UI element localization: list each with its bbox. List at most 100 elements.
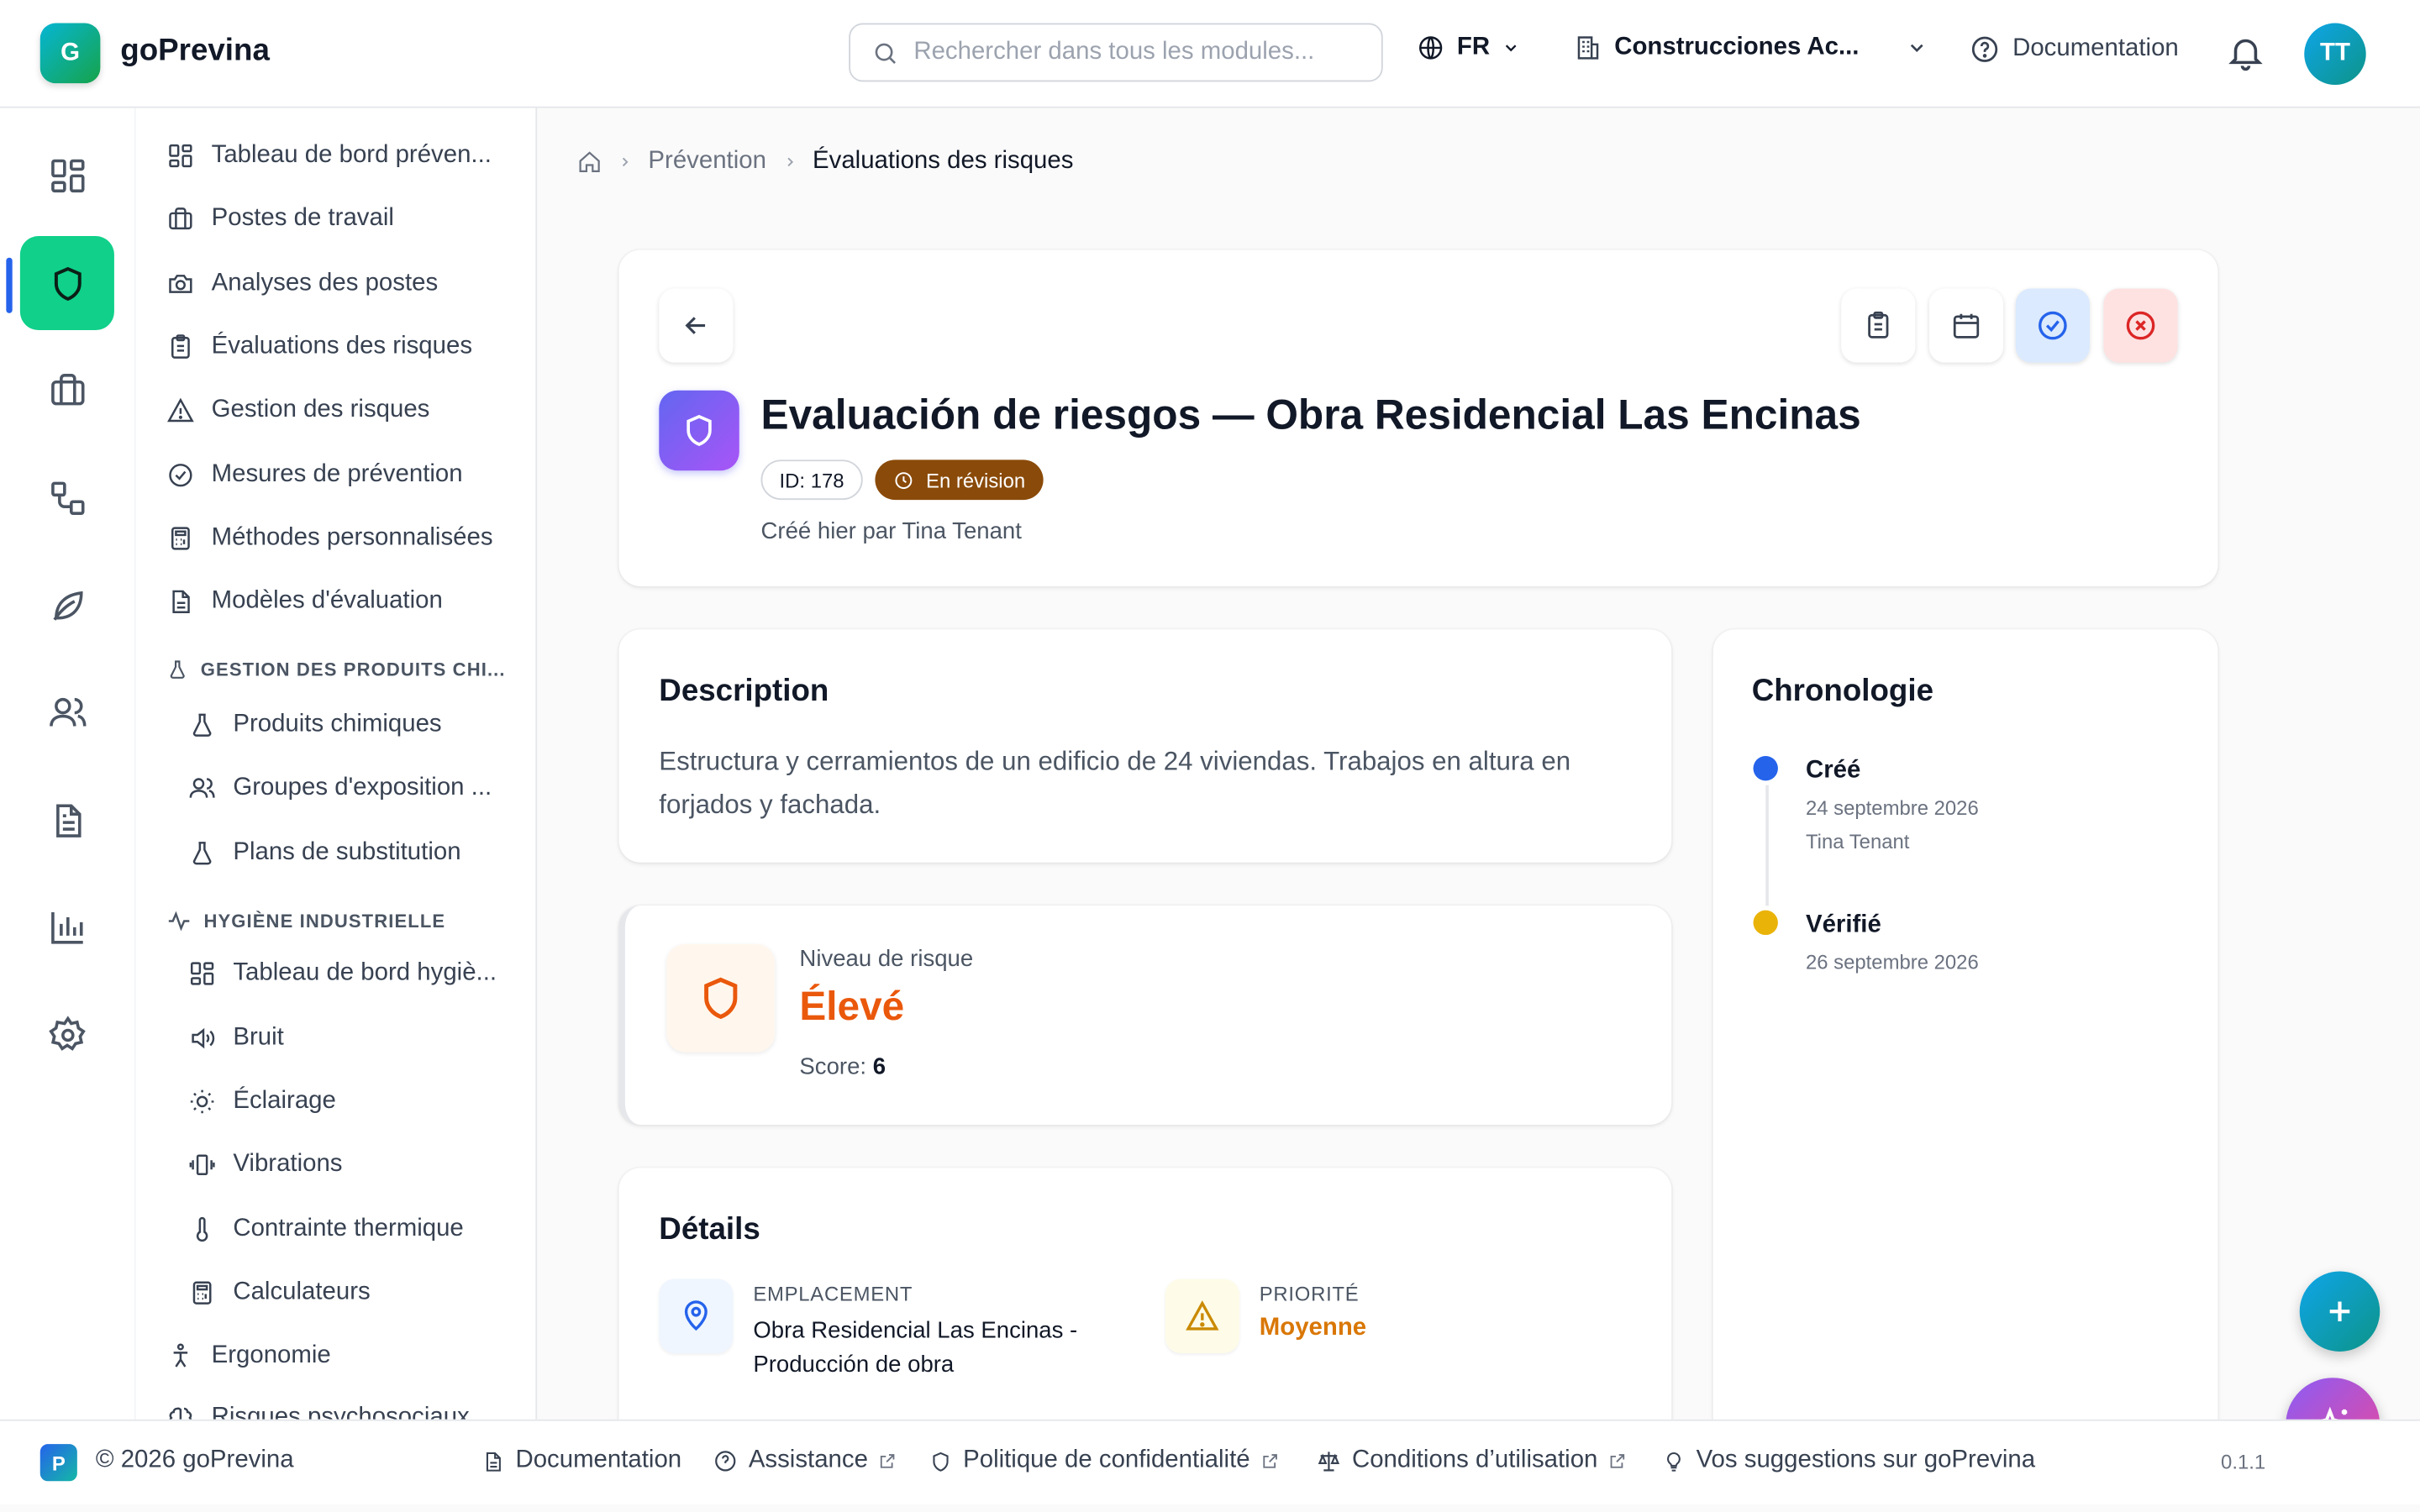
footer-copyright: © 2026 goPrevina <box>95 1446 294 1474</box>
documentation-link[interactable]: Documentation <box>1970 34 2179 65</box>
sidebar-item-substitution-plans[interactable]: Plans de substitution <box>188 839 461 867</box>
evaluation-title: Evaluación de riesgos — Obra Residencial… <box>760 391 1861 438</box>
breadcrumb-current: Évaluations des risques <box>813 148 1074 175</box>
rail-workplaces[interactable] <box>20 343 114 437</box>
location-value: Obra Residencial Las Encinas - Producció… <box>753 1317 1078 1378</box>
sidebar-item-thermal-stress[interactable]: Contrainte thermique <box>188 1215 464 1243</box>
sidebar-item-noise[interactable]: Bruit <box>188 1025 284 1053</box>
shield-icon <box>933 1451 949 1471</box>
notifications-button[interactable] <box>2226 31 2266 82</box>
external-link-icon <box>1263 1454 1277 1468</box>
timeline-card: Chronologie Créé 24 septembre 2026 Tina … <box>1712 629 2218 1446</box>
priority-label: PRIORITÉ <box>1259 1282 1360 1305</box>
rail-reports[interactable] <box>20 879 114 974</box>
chevron-down-icon <box>1506 45 1518 52</box>
breadcrumb-parent[interactable]: Prévention <box>648 148 766 176</box>
chevron-right-icon <box>786 157 793 167</box>
rail-workflows[interactable] <box>20 450 114 544</box>
sidebar-item-vibrations[interactable]: Vibrations <box>188 1151 342 1179</box>
plus-icon <box>2329 1301 2350 1322</box>
sidebar-item-label: Évaluations des risques <box>211 333 473 360</box>
sidebar-item-label: Vibrations <box>233 1151 343 1178</box>
module-sidebar: Tableau de bord préven... Postes de trav… <box>135 108 538 1420</box>
company-selector[interactable]: Construcciones Ac... <box>1574 34 1927 61</box>
sidebar-item-label: Tableau de bord hygiè... <box>233 959 497 986</box>
timeline-event-date: 26 septembre 2026 <box>1805 950 1979 974</box>
section-chemicals[interactable]: GESTION DES PRODUITS CHI... <box>166 659 505 680</box>
sidebar-item-ergonomics[interactable]: Ergonomie <box>166 1342 331 1370</box>
reject-button[interactable] <box>2103 288 2178 363</box>
approve-button[interactable] <box>2015 288 2090 363</box>
rail-environment[interactable] <box>20 559 114 653</box>
footer-terms-link[interactable]: Conditions d’utilisation <box>1317 1447 1628 1475</box>
chevron-down-icon <box>1910 44 1923 53</box>
sidebar-item-label: Contrainte thermique <box>233 1215 464 1242</box>
sidebar-item-label: Postes de travail <box>211 205 394 232</box>
rail-dashboard[interactable] <box>20 128 114 222</box>
details-heading: Détails <box>659 1212 760 1247</box>
back-button[interactable] <box>659 288 734 363</box>
rail-settings[interactable] <box>20 988 114 1082</box>
sidebar-item-workplaces[interactable]: Postes de travail <box>166 205 394 233</box>
create-button[interactable] <box>2299 1271 2381 1352</box>
home-icon[interactable] <box>577 150 602 174</box>
settings-icon <box>48 1015 85 1050</box>
section-label: HYGIÈNE INDUSTRIELLE <box>203 910 446 932</box>
language-label: FR <box>1456 34 1491 60</box>
language-selector[interactable]: FR <box>1417 34 1521 61</box>
globe-icon <box>1419 36 1443 60</box>
sidebar-item-lighting[interactable]: Éclairage <box>188 1088 336 1116</box>
sidebar-item-hygiene-dashboard[interactable]: Tableau de bord hygiè... <box>188 959 497 987</box>
priority-value: Moyenne <box>1259 1314 1367 1341</box>
sidebar-item-psychosocial[interactable]: Risques psychosociaux <box>166 1404 470 1420</box>
app-logo[interactable]: G <box>39 23 101 84</box>
checklist-button[interactable] <box>1841 288 1916 363</box>
shield-icon <box>687 414 712 446</box>
evaluation-type-badge <box>659 390 739 471</box>
timeline-event-date: 24 septembre 2026 <box>1805 795 1979 820</box>
footer-documentation-link[interactable]: Documentation <box>481 1447 681 1475</box>
footer-privacy-link[interactable]: Politique de confidentialité <box>929 1447 1280 1475</box>
sidebar-item-job-analyses[interactable]: Analyses des postes <box>166 270 438 297</box>
rail-documents[interactable] <box>20 773 114 867</box>
status-label: En révision <box>926 468 1026 491</box>
evaluation-header-card: Evaluación de riesgos — Obra Residencial… <box>618 249 2218 586</box>
sidebar-item-label: Éclairage <box>233 1087 336 1115</box>
flask-icon <box>170 660 185 679</box>
map-pin-icon <box>684 1300 708 1331</box>
sidebar-item-custom-methods[interactable]: Méthodes personnalisées <box>166 524 493 552</box>
sidebar-item-risk-evaluations[interactable]: Évaluations des risques <box>166 333 472 361</box>
sidebar-item-risk-management[interactable]: Gestion des risques <box>166 396 429 424</box>
file-text-icon <box>55 803 81 837</box>
calculator-icon <box>171 527 190 550</box>
sidebar-item-prevention-measures[interactable]: Mesures de prévention <box>166 461 463 489</box>
section-industrial-hygiene[interactable]: HYGIÈNE INDUSTRIELLE <box>166 909 445 933</box>
building-icon <box>1577 36 1599 60</box>
briefcase-icon <box>50 373 84 405</box>
clipboard-icon <box>1868 311 1889 339</box>
footer-suggestions-label: Vos suggestions sur goPrevina <box>1696 1446 2036 1474</box>
sidebar-item-chemical-products[interactable]: Produits chimiques <box>188 711 442 739</box>
timeline-event-user: Tina Tenant <box>1805 830 1910 853</box>
sidebar-item-exposure-groups[interactable]: Groupes d'exposition ... <box>188 774 492 802</box>
id-badge: ID: 178 <box>760 459 863 501</box>
rail-people[interactable] <box>20 665 114 759</box>
rail-prevention[interactable] <box>19 236 114 331</box>
search-input[interactable] <box>910 37 1365 68</box>
person-icon <box>173 1343 188 1368</box>
app-name[interactable]: goPrevina <box>120 34 270 69</box>
sun-icon <box>190 1089 214 1114</box>
footer-suggestions-link[interactable]: Vos suggestions sur goPrevina <box>1662 1447 2035 1475</box>
timeline-event-title: Créé <box>1805 757 1861 785</box>
user-avatar[interactable]: TT <box>2304 23 2366 86</box>
module-rail <box>0 108 136 1420</box>
risk-score: Score: 6 <box>799 1053 886 1079</box>
dashboard-icon <box>190 962 214 985</box>
footer-assistance-link[interactable]: Assistance <box>713 1447 897 1475</box>
global-search[interactable] <box>849 23 1383 82</box>
sidebar-item-calculators[interactable]: Calculateurs <box>188 1279 371 1307</box>
sidebar-item-evaluation-templates[interactable]: Modèles d'évaluation <box>166 588 443 616</box>
sidebar-item-prevention-dashboard[interactable]: Tableau de bord préven... <box>166 142 492 170</box>
schedule-button[interactable] <box>1928 288 2004 363</box>
help-circle-icon <box>1971 36 1998 62</box>
